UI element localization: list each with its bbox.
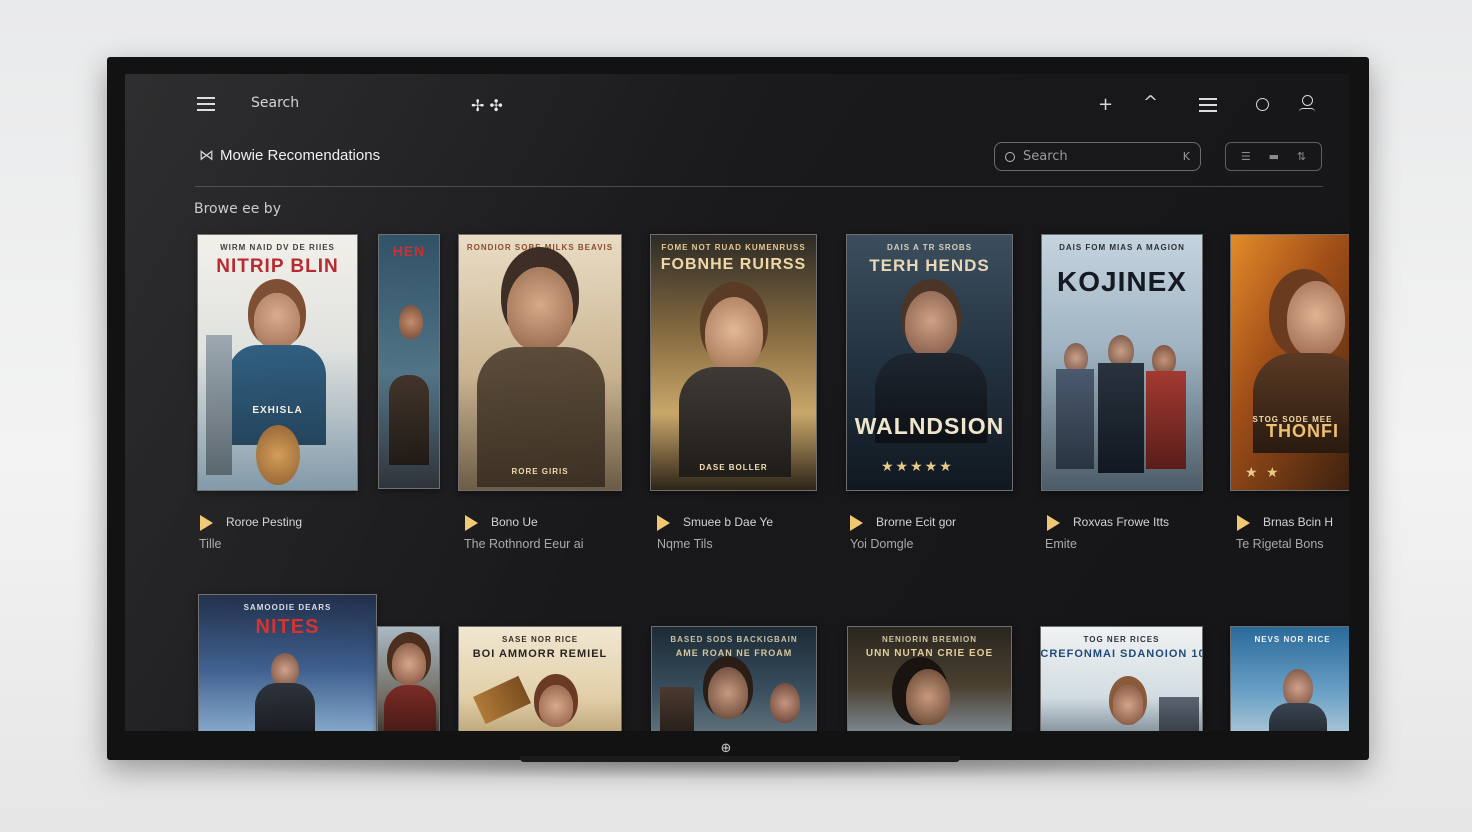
movie-subtitle: The Rothnord Eeur ai bbox=[464, 537, 584, 551]
play-icon[interactable] bbox=[1237, 515, 1250, 531]
tv-brand-logo: ⊕ bbox=[720, 740, 732, 756]
top-search-link[interactable]: Search bbox=[251, 95, 299, 111]
caption-text: Smuee b Dae Ye bbox=[683, 515, 774, 530]
movie-subtitle: Te Rigetal Bons bbox=[1236, 537, 1324, 551]
movie-poster[interactable]: NEVS NOR RICE bbox=[1230, 626, 1349, 731]
movie-poster[interactable]: SAMOODIE DEARS NITES bbox=[198, 594, 377, 731]
movie-subtitle: Emite bbox=[1045, 537, 1077, 551]
caption-text: Roxvas Frowe Itts bbox=[1073, 515, 1170, 530]
movie-caption[interactable]: Smuee b Dae Ye bbox=[657, 515, 773, 531]
movie-poster[interactable]: RONDIOR SOBE MILKS BEAVIS RORE GIRIS bbox=[458, 234, 622, 491]
user-icon[interactable] bbox=[1299, 95, 1315, 113]
sort-icon[interactable]: ⇅ bbox=[1297, 150, 1306, 163]
poster-title: UNN NUTAN CRIE EOE bbox=[865, 648, 994, 659]
movie-subtitle: Yoi Domgle bbox=[850, 537, 914, 551]
poster-tagline: WIRM NAID DV DE RIIES bbox=[220, 243, 335, 252]
movie-poster[interactable]: FOME NOT RUAD KUMENRUSS FOBNHE RUIRSS DA… bbox=[650, 234, 817, 491]
poster-subtitle: RORE GIRIS bbox=[511, 467, 569, 476]
play-icon[interactable] bbox=[850, 515, 863, 531]
poster-tagline: SASE NOR RICE bbox=[501, 635, 579, 644]
play-icon[interactable] bbox=[1047, 515, 1060, 531]
poster-title: TERH HENDS bbox=[869, 256, 990, 275]
caption-text: Roroe Pesting bbox=[226, 515, 303, 530]
tv-stand bbox=[520, 756, 960, 762]
poster-tagline: RONDIOR SOBE MILKS BEAVIS bbox=[466, 243, 614, 252]
poster-tagline: DAIS FOM MIAS A MAGION bbox=[1059, 243, 1185, 252]
page-title: ⋈ Mowie Recomendations bbox=[199, 146, 380, 164]
movie-poster[interactable]: TOG NER RICES MCREFONMAI SDANOION 100 bbox=[1040, 626, 1203, 731]
poster-title: NITES bbox=[255, 616, 320, 638]
poster-title: BOI AMMORR REMIEL bbox=[472, 648, 608, 660]
caption-text: Brnas Bcin H bbox=[1263, 515, 1334, 530]
search-placeholder: Search bbox=[1023, 149, 1068, 164]
movie-poster[interactable]: NENIORIN BREMION UNN NUTAN CRIE EOE bbox=[847, 626, 1012, 731]
play-icon[interactable] bbox=[200, 515, 213, 531]
poster-title: AME ROAN NE FROAM bbox=[675, 648, 793, 658]
movie-poster[interactable]: WIRM NAID DV DE RIIES NITRIP BLIN EXHISL… bbox=[197, 234, 358, 491]
play-icon[interactable] bbox=[465, 515, 478, 531]
section-label: Browe ee by bbox=[194, 201, 281, 217]
poster-subtitle: EXHISLA bbox=[252, 405, 303, 416]
poster-title: HEN bbox=[392, 243, 426, 259]
poster-title: KOJINEX bbox=[1057, 266, 1187, 297]
rating-stars: ★★★★★ bbox=[881, 459, 954, 475]
poster-tagline: SAMOODIE DEARS bbox=[243, 603, 332, 612]
list-icon[interactable] bbox=[1199, 98, 1217, 112]
poster-title: NITRIP BLIN bbox=[216, 256, 339, 277]
search-input[interactable]: Search K bbox=[994, 142, 1201, 171]
search-icon bbox=[1005, 151, 1015, 162]
poster-tagline: TOG NER RICES bbox=[1083, 635, 1160, 644]
poster-subtitle: DASE BOLLER bbox=[699, 463, 768, 472]
poster-tagline: FOME NOT RUAD KUMENRUSS bbox=[661, 243, 806, 252]
movie-caption[interactable]: Brnas Bcin H bbox=[1237, 515, 1333, 531]
list-view-icon[interactable]: ▬ bbox=[1269, 150, 1279, 163]
movie-poster[interactable]: SASE NOR RICE BOI AMMORR REMIEL bbox=[458, 626, 622, 731]
movie-caption[interactable]: Brorne Ecit gor bbox=[850, 515, 956, 531]
chevron-up-icon[interactable]: ^ bbox=[1143, 94, 1158, 112]
play-icon[interactable] bbox=[657, 515, 670, 531]
poster-tagline: BASED SODS BACKIGBAIN bbox=[670, 635, 798, 644]
menu-icon[interactable] bbox=[197, 97, 215, 111]
caption-text: Bono Ue bbox=[491, 515, 538, 530]
movie-poster[interactable] bbox=[377, 626, 440, 731]
poster-subtitle: THONFI bbox=[1266, 421, 1339, 441]
poster-subtitle: WALNDSION bbox=[854, 413, 1005, 439]
clear-search-icon[interactable]: K bbox=[1183, 150, 1190, 163]
view-toggle[interactable]: ☰ ▬ ⇅ bbox=[1225, 142, 1322, 171]
caption-text: Brorne Ecit gor bbox=[876, 515, 957, 530]
circle-icon[interactable] bbox=[1256, 98, 1269, 111]
movie-caption[interactable]: Bono Ue bbox=[465, 515, 538, 531]
plus-icon[interactable]: + bbox=[1098, 96, 1113, 114]
poster-title: FOBNHE RUIRSS bbox=[660, 256, 807, 273]
movie-poster[interactable]: HEN bbox=[378, 234, 440, 489]
rating-stars: ★ ★ bbox=[1245, 465, 1281, 481]
poster-tagline: NENIORIN BREMION bbox=[881, 635, 978, 644]
poster-title: MCREFONMAI SDANOION 100 bbox=[1040, 648, 1202, 660]
movie-poster[interactable]: DAIS FOM MIAS A MAGION KOJINEX bbox=[1041, 234, 1203, 491]
movie-caption[interactable]: Roxvas Frowe Itts bbox=[1047, 515, 1169, 531]
movie-subtitle: Nqme Tils bbox=[657, 537, 713, 551]
header-divider bbox=[195, 186, 1323, 187]
film-icon: ⋈ bbox=[199, 147, 214, 164]
movie-subtitle: Tille bbox=[199, 537, 222, 551]
movie-poster[interactable]: BASED SODS BACKIGBAIN AME ROAN NE FROAM bbox=[651, 626, 817, 731]
poster-tagline: DAIS A TR SROBS bbox=[886, 243, 973, 252]
brand-logo-icon: ✢ ✣ bbox=[471, 96, 503, 115]
grid-view-icon[interactable]: ☰ bbox=[1241, 150, 1251, 163]
page-title-text: Mowie Recomendations bbox=[220, 147, 381, 164]
movie-caption[interactable]: Roroe Pesting bbox=[200, 515, 302, 531]
movie-poster[interactable]: DAIS A TR SROBS TERH HENDS WALNDSION ★★★… bbox=[846, 234, 1013, 491]
tv-screen: Search ✢ ✣ + ^ ⋈ Mowie Recomendations Sea… bbox=[125, 74, 1349, 731]
movie-poster[interactable]: STOG SODE MEE THONFI ★ ★ bbox=[1230, 234, 1349, 491]
tv-frame: Search ✢ ✣ + ^ ⋈ Mowie Recomendations Sea… bbox=[107, 57, 1369, 760]
poster-tagline: NEVS NOR RICE bbox=[1254, 635, 1331, 644]
